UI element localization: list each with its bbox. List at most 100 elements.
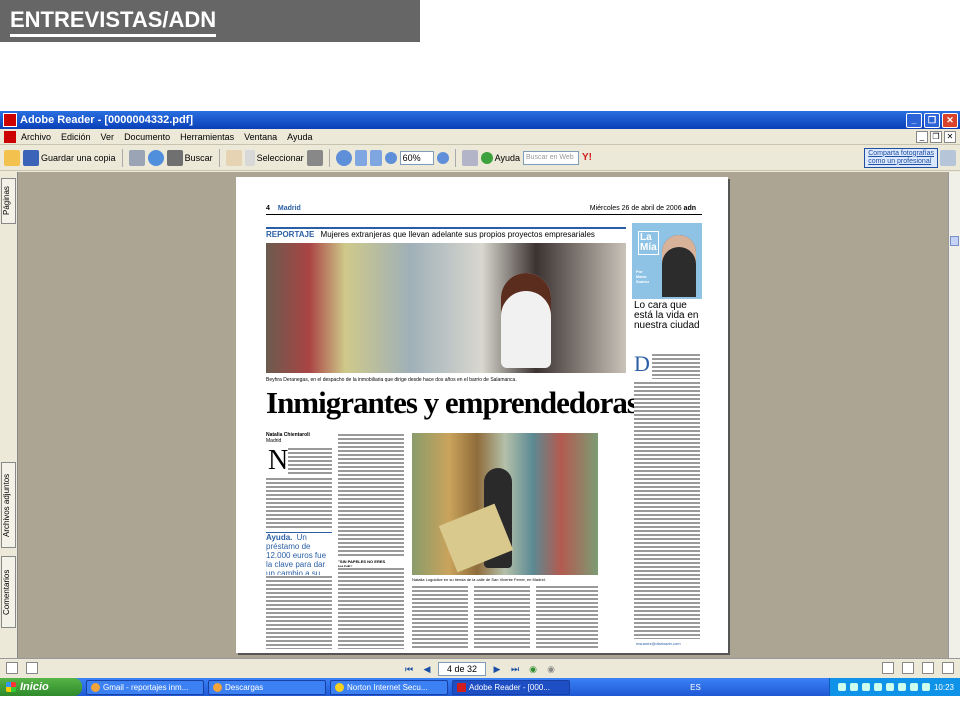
windows-logo-icon — [6, 682, 16, 692]
tray-icon[interactable] — [921, 683, 930, 691]
photo-promo-link[interactable]: Comparta fotografías como un profesional — [864, 147, 956, 168]
task-norton[interactable]: Norton Internet Secu... — [330, 679, 448, 695]
text-cursor-icon — [244, 149, 255, 166]
previous-page-icon[interactable]: ◀ — [420, 663, 434, 675]
column-dropcap: D — [634, 351, 650, 376]
toolbar: Guardar una copia Buscar Seleccionar 60%… — [0, 145, 960, 171]
menu-documento[interactable]: Documento — [119, 132, 175, 142]
tray-icon[interactable] — [909, 683, 918, 691]
restore-button[interactable]: ❐ — [924, 112, 940, 128]
tab-comments[interactable]: Comentarios — [1, 556, 16, 628]
tab-attachments[interactable]: Archivos adjuntos — [1, 462, 16, 548]
column-header: La Mía Por María Suárez — [632, 223, 702, 299]
pull-quote-label: Ayuda. — [266, 533, 293, 542]
zoom-in-icon[interactable] — [436, 151, 449, 164]
zoom-out-icon[interactable] — [384, 151, 397, 164]
promo-line-1: Comparta fotografías — [868, 149, 934, 157]
article-dropcap: N — [268, 445, 289, 476]
menu-bar: Archivo Edición Ver Documento Herramient… — [0, 129, 960, 145]
norton-icon — [335, 682, 344, 692]
next-page-icon[interactable]: ▶ — [490, 663, 504, 675]
body-text-block — [412, 585, 468, 649]
doc-close-button[interactable]: ✕ — [944, 130, 956, 143]
shop-photo — [412, 433, 598, 575]
pdf-page: 4 Madrid Miércoles 26 de abril de 2006 a… — [236, 177, 728, 653]
close-button[interactable]: ✕ — [942, 112, 958, 128]
task-adobe-label: Adobe Reader - [000... — [469, 682, 550, 692]
tab-pages[interactable]: Páginas — [1, 178, 16, 224]
zoom-level-field[interactable]: 60% — [399, 150, 434, 165]
start-button[interactable]: Inicio — [0, 678, 82, 696]
help-label: Ayuda — [494, 152, 520, 163]
menu-ver[interactable]: Ver — [96, 132, 120, 142]
help-button[interactable]: Ayuda — [480, 151, 520, 164]
screen-icon[interactable] — [6, 662, 18, 674]
previous-view-icon[interactable]: ◉ — [526, 663, 540, 675]
menu-edicion[interactable]: Edición — [56, 132, 96, 142]
single-page-icon[interactable] — [882, 662, 894, 674]
last-page-icon[interactable]: ⏭ — [508, 663, 522, 675]
article-kicker: REPORTAJE Mujeres extranjeras que llevan… — [266, 227, 626, 239]
byline-place: Madrid — [266, 438, 282, 444]
vertical-scrollbar[interactable] — [948, 172, 960, 658]
doc-minimize-button[interactable]: _ — [916, 130, 928, 143]
menu-archivo[interactable]: Archivo — [16, 132, 56, 142]
scrollbar-thumb[interactable] — [950, 236, 959, 246]
print-icon[interactable] — [128, 149, 145, 166]
yahoo-icon[interactable]: Y! — [582, 152, 592, 163]
task-adobe-reader[interactable]: Adobe Reader - [000... — [452, 679, 570, 695]
web-search-input[interactable]: Buscar en Web — [522, 150, 579, 165]
save-copy-button[interactable]: Guardar una copia — [23, 149, 116, 166]
body-text-block — [266, 575, 332, 649]
help-icon — [480, 151, 493, 164]
select-tool-button[interactable]: Seleccionar — [244, 149, 304, 166]
open-folder-icon[interactable] — [4, 149, 20, 166]
minimize-button[interactable]: _ — [906, 112, 922, 128]
menu-herramientas[interactable]: Herramientas — [175, 132, 239, 142]
email-icon[interactable] — [147, 149, 164, 166]
next-view-icon[interactable]: ◉ — [544, 663, 558, 675]
fit-width-icon[interactable] — [369, 149, 382, 166]
fit-page-icon[interactable] — [354, 149, 367, 166]
language-indicator[interactable]: ES — [690, 683, 701, 692]
body-text-block — [536, 585, 598, 649]
tray-icon[interactable] — [885, 683, 894, 691]
zoom-icon[interactable] — [335, 149, 352, 166]
article-headline: Inmigrantes y emprendedoras — [266, 385, 639, 420]
continuous-facing-icon[interactable] — [942, 662, 954, 674]
menu-ayuda[interactable]: Ayuda — [282, 132, 317, 142]
tray-icon[interactable] — [837, 683, 846, 691]
facing-icon[interactable] — [922, 662, 934, 674]
tray-icon[interactable] — [873, 683, 882, 691]
page-number-field[interactable]: 4 de 32 — [438, 661, 486, 676]
snapshot-icon[interactable] — [306, 149, 323, 166]
tray-icon[interactable] — [897, 683, 906, 691]
title-bar: Adobe Reader - [0000004332.pdf] _ ❐ ✕ — [0, 111, 960, 129]
firefox-icon — [91, 682, 100, 692]
firefox-icon — [213, 682, 222, 692]
tray-icon[interactable] — [861, 683, 870, 691]
first-page-icon[interactable]: ⏮ — [402, 663, 416, 675]
system-tray: 10:23 — [828, 678, 960, 696]
menu-ventana[interactable]: Ventana — [239, 132, 282, 142]
body-text-block — [266, 477, 332, 529]
paper-name: adn — [683, 205, 696, 212]
tray-icon[interactable] — [849, 683, 858, 691]
clock[interactable]: 10:23 — [934, 683, 954, 692]
rotate-view-icon[interactable] — [461, 149, 478, 166]
save-copy-label: Guardar una copia — [41, 152, 116, 163]
adobe-reader-icon — [457, 682, 466, 692]
toolbar-divider — [218, 148, 220, 167]
task-gmail[interactable]: Gmail - reportajes inm... — [86, 679, 204, 695]
doc-restore-button[interactable]: ❐ — [930, 130, 942, 143]
start-label: Inicio — [20, 681, 49, 693]
hand-tool-icon[interactable] — [225, 149, 242, 166]
search-button[interactable]: Buscar — [166, 149, 213, 166]
document-view[interactable]: 4 Madrid Miércoles 26 de abril de 2006 a… — [18, 172, 948, 658]
task-downloads[interactable]: Descargas — [208, 679, 326, 695]
promo-line-2: como un profesional — [868, 157, 932, 165]
columnist-last-name: Suárez — [636, 279, 650, 284]
binoculars-icon — [166, 149, 183, 166]
continuous-icon[interactable] — [902, 662, 914, 674]
column-text-block — [652, 353, 700, 379]
